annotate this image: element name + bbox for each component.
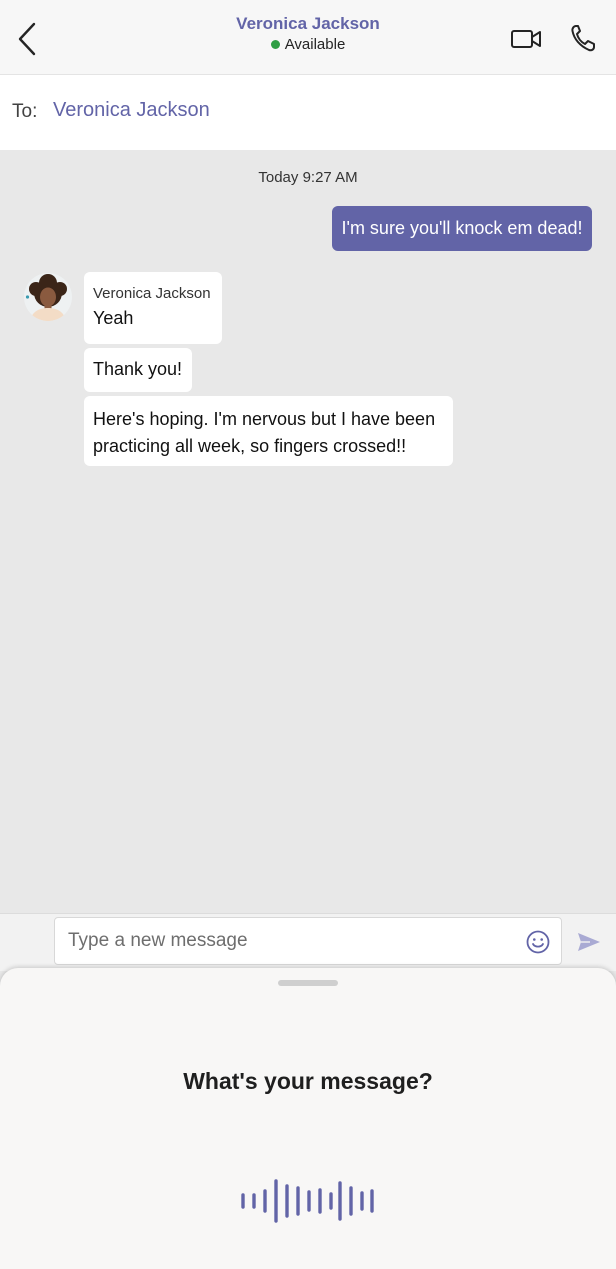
video-camera-icon	[511, 30, 541, 48]
emoji-button[interactable]	[526, 930, 550, 954]
sender-name: Veronica Jackson	[93, 285, 211, 302]
message-input[interactable]	[54, 917, 562, 965]
conversation-header: Veronica Jackson Available	[0, 0, 616, 75]
message-timestamp: Today 9:27 AM	[258, 169, 358, 186]
phone-icon	[571, 25, 595, 52]
presence-status-label: Available	[284, 36, 346, 53]
send-icon	[578, 933, 600, 951]
contact-avatar-icon	[24, 273, 72, 321]
audio-call-button[interactable]	[568, 22, 598, 54]
to-label: To:	[12, 101, 38, 122]
video-call-button[interactable]	[508, 24, 544, 54]
voice-waveform	[240, 1178, 376, 1224]
voice-waveform-icon	[241, 1179, 374, 1223]
presence-available-icon	[270, 40, 280, 49]
received-message-bubble[interactable]: Here's hoping. I'm nervous but I have be…	[84, 396, 453, 466]
avatar[interactable]	[24, 273, 72, 321]
received-message-bubble[interactable]: Veronica Jackson Yeah	[84, 272, 222, 344]
message-list[interactable]	[0, 150, 616, 914]
recipient-name[interactable]: Veronica Jackson	[53, 99, 210, 122]
sheet-drag-handle[interactable]	[278, 980, 338, 986]
send-button[interactable]	[576, 930, 602, 954]
received-message-bubble[interactable]: Thank you!	[84, 348, 192, 392]
message-text: Yeah	[93, 308, 134, 328]
presence-status: Available	[270, 36, 346, 53]
smiley-icon	[526, 930, 550, 954]
voice-prompt: What's your message?	[183, 1068, 433, 1094]
sent-message-bubble[interactable]: I'm sure you'll knock em dead!	[332, 206, 592, 251]
